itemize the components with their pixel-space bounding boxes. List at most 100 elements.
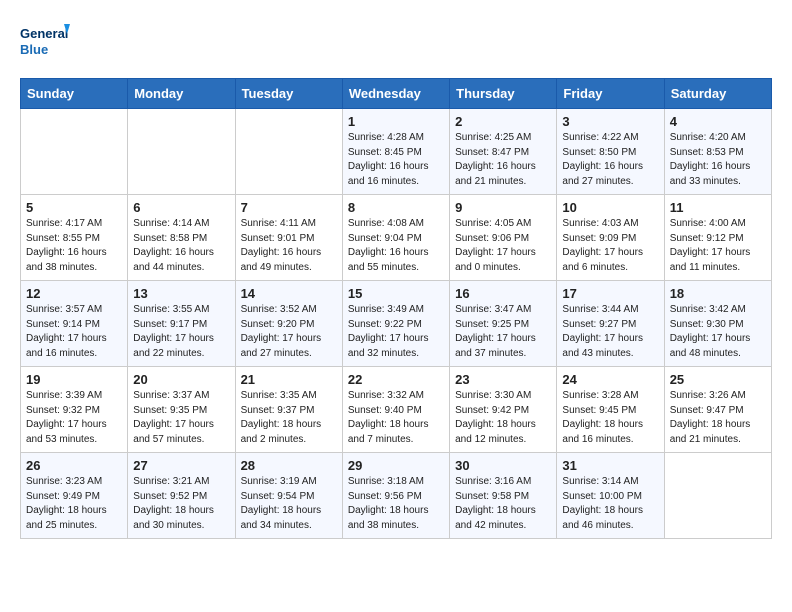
day-info: Sunrise: 3:19 AMSunset: 9:54 PMDaylight:… xyxy=(241,475,337,533)
day-info: Sunrise: 3:47 AMSunset: 9:25 PMDaylight:… xyxy=(455,303,551,361)
day-number: 13 xyxy=(133,286,229,301)
calendar-day-8: 8 Sunrise: 4:08 AMSunset: 9:04 PMDaylight… xyxy=(342,195,449,281)
weekday-header-friday: Friday xyxy=(557,79,664,109)
calendar-day-31: 31 Sunrise: 3:14 AMSunset: 10:00 PMDaylig… xyxy=(557,453,664,539)
day-info: Sunrise: 3:57 AMSunset: 9:14 PMDaylight:… xyxy=(26,303,122,361)
day-info: Sunrise: 3:39 AMSunset: 9:32 PMDaylight:… xyxy=(26,389,122,447)
logo-svg: General Blue xyxy=(20,20,70,62)
day-number: 26 xyxy=(26,458,122,473)
day-info: Sunrise: 4:20 AMSunset: 8:53 PMDaylight:… xyxy=(670,131,766,189)
calendar-day-17: 17Sunrise: 3:44 AMSunset: 9:27 PMDayligh… xyxy=(557,281,664,367)
day-info: Sunrise: 4:14 AMSunset: 8:58 PMDaylight:… xyxy=(133,217,229,275)
calendar-week-row: 26 Sunrise: 3:23 AMSunset: 9:49 PMDayligh… xyxy=(21,453,772,539)
calendar-day-30: 30 Sunrise: 3:16 AMSunset: 9:58 PMDayligh… xyxy=(450,453,557,539)
weekday-header-wednesday: Wednesday xyxy=(342,79,449,109)
day-number: 7 xyxy=(241,200,337,215)
day-info: Sunrise: 4:03 AMSunset: 9:09 PMDaylight:… xyxy=(562,217,658,275)
day-info: Sunrise: 3:42 AMSunset: 9:30 PMDaylight:… xyxy=(670,303,766,361)
day-number: 10 xyxy=(562,200,658,215)
calendar-day-2: 2Sunrise: 4:25 AMSunset: 8:47 PMDaylight… xyxy=(450,109,557,195)
day-number: 30 xyxy=(455,458,551,473)
day-info: Sunrise: 3:44 AMSunset: 9:27 PMDaylight:… xyxy=(562,303,658,361)
day-number: 3 xyxy=(562,114,658,129)
calendar-table: SundayMondayTuesdayWednesdayThursdayFrid… xyxy=(20,78,772,539)
calendar-week-row: 1 Sunrise: 4:28 AMSunset: 8:45 PMDaylight… xyxy=(21,109,772,195)
calendar-day-4: 4 Sunrise: 4:20 AMSunset: 8:53 PMDaylight… xyxy=(664,109,771,195)
day-info: Sunrise: 3:49 AMSunset: 9:22 PMDaylight:… xyxy=(348,303,444,361)
day-info: Sunrise: 3:21 AMSunset: 9:52 PMDaylight:… xyxy=(133,475,229,533)
calendar-day-13: 13 Sunrise: 3:55 AMSunset: 9:17 PMDayligh… xyxy=(128,281,235,367)
day-number: 25 xyxy=(670,372,766,387)
calendar-day-27: 27 Sunrise: 3:21 AMSunset: 9:52 PMDayligh… xyxy=(128,453,235,539)
day-number: 15 xyxy=(348,286,444,301)
calendar-day-16: 16Sunrise: 3:47 AMSunset: 9:25 PMDayligh… xyxy=(450,281,557,367)
day-number: 21 xyxy=(241,372,337,387)
day-number: 6 xyxy=(133,200,229,215)
weekday-header-row: SundayMondayTuesdayWednesdayThursdayFrid… xyxy=(21,79,772,109)
day-info: Sunrise: 4:17 AMSunset: 8:55 PMDaylight:… xyxy=(26,217,122,275)
day-number: 29 xyxy=(348,458,444,473)
day-number: 14 xyxy=(241,286,337,301)
day-info: Sunrise: 3:18 AMSunset: 9:56 PMDaylight:… xyxy=(348,475,444,533)
svg-text:General: General xyxy=(20,26,68,41)
calendar-day-3: 3 Sunrise: 4:22 AMSunset: 8:50 PMDaylight… xyxy=(557,109,664,195)
calendar-day-15: 15 Sunrise: 3:49 AMSunset: 9:22 PMDayligh… xyxy=(342,281,449,367)
calendar-day-14: 14Sunrise: 3:52 AMSunset: 9:20 PMDayligh… xyxy=(235,281,342,367)
day-number: 27 xyxy=(133,458,229,473)
day-number: 31 xyxy=(562,458,658,473)
day-number: 11 xyxy=(670,200,766,215)
day-number: 1 xyxy=(348,114,444,129)
page-header: General Blue xyxy=(20,20,772,62)
calendar-day-10: 10 Sunrise: 4:03 AMSunset: 9:09 PMDayligh… xyxy=(557,195,664,281)
day-info: Sunrise: 3:55 AMSunset: 9:17 PMDaylight:… xyxy=(133,303,229,361)
weekday-header-saturday: Saturday xyxy=(664,79,771,109)
calendar-day-25: 25 Sunrise: 3:26 AMSunset: 9:47 PMDayligh… xyxy=(664,367,771,453)
calendar-week-row: 5 Sunrise: 4:17 AMSunset: 8:55 PMDaylight… xyxy=(21,195,772,281)
weekday-header-monday: Monday xyxy=(128,79,235,109)
calendar-day-11: 11 Sunrise: 4:00 AMSunset: 9:12 PMDayligh… xyxy=(664,195,771,281)
day-info: Sunrise: 3:30 AMSunset: 9:42 PMDaylight:… xyxy=(455,389,551,447)
calendar-day-26: 26 Sunrise: 3:23 AMSunset: 9:49 PMDayligh… xyxy=(21,453,128,539)
day-info: Sunrise: 4:00 AMSunset: 9:12 PMDaylight:… xyxy=(670,217,766,275)
day-info: Sunrise: 4:11 AMSunset: 9:01 PMDaylight:… xyxy=(241,217,337,275)
calendar-empty-cell xyxy=(235,109,342,195)
day-info: Sunrise: 3:16 AMSunset: 9:58 PMDaylight:… xyxy=(455,475,551,533)
day-info: Sunrise: 3:32 AMSunset: 9:40 PMDaylight:… xyxy=(348,389,444,447)
calendar-day-24: 24Sunrise: 3:28 AMSunset: 9:45 PMDayligh… xyxy=(557,367,664,453)
day-info: Sunrise: 4:25 AMSunset: 8:47 PMDaylight:… xyxy=(455,131,551,189)
day-info: Sunrise: 4:05 AMSunset: 9:06 PMDaylight:… xyxy=(455,217,551,275)
weekday-header-sunday: Sunday xyxy=(21,79,128,109)
calendar-empty-cell xyxy=(128,109,235,195)
day-info: Sunrise: 3:23 AMSunset: 9:49 PMDaylight:… xyxy=(26,475,122,533)
day-number: 18 xyxy=(670,286,766,301)
calendar-day-9: 9 Sunrise: 4:05 AMSunset: 9:06 PMDaylight… xyxy=(450,195,557,281)
logo: General Blue xyxy=(20,20,70,62)
calendar-day-21: 21 Sunrise: 3:35 AMSunset: 9:37 PMDayligh… xyxy=(235,367,342,453)
day-info: Sunrise: 4:22 AMSunset: 8:50 PMDaylight:… xyxy=(562,131,658,189)
calendar-empty-cell xyxy=(664,453,771,539)
day-number: 8 xyxy=(348,200,444,215)
day-number: 22 xyxy=(348,372,444,387)
day-info: Sunrise: 3:37 AMSunset: 9:35 PMDaylight:… xyxy=(133,389,229,447)
day-number: 12 xyxy=(26,286,122,301)
calendar-empty-cell xyxy=(21,109,128,195)
calendar-day-5: 5 Sunrise: 4:17 AMSunset: 8:55 PMDaylight… xyxy=(21,195,128,281)
calendar-day-12: 12 Sunrise: 3:57 AMSunset: 9:14 PMDayligh… xyxy=(21,281,128,367)
calendar-day-18: 18 Sunrise: 3:42 AMSunset: 9:30 PMDayligh… xyxy=(664,281,771,367)
day-number: 19 xyxy=(26,372,122,387)
day-number: 9 xyxy=(455,200,551,215)
calendar-day-20: 20Sunrise: 3:37 AMSunset: 9:35 PMDayligh… xyxy=(128,367,235,453)
day-number: 4 xyxy=(670,114,766,129)
day-number: 23 xyxy=(455,372,551,387)
day-info: Sunrise: 4:08 AMSunset: 9:04 PMDaylight:… xyxy=(348,217,444,275)
day-number: 5 xyxy=(26,200,122,215)
day-number: 24 xyxy=(562,372,658,387)
day-info: Sunrise: 3:14 AMSunset: 10:00 PMDaylight… xyxy=(562,475,658,533)
calendar-day-22: 22 Sunrise: 3:32 AMSunset: 9:40 PMDayligh… xyxy=(342,367,449,453)
day-info: Sunrise: 4:28 AMSunset: 8:45 PMDaylight:… xyxy=(348,131,444,189)
calendar-day-28: 28 Sunrise: 3:19 AMSunset: 9:54 PMDayligh… xyxy=(235,453,342,539)
day-info: Sunrise: 3:35 AMSunset: 9:37 PMDaylight:… xyxy=(241,389,337,447)
calendar-day-29: 29 Sunrise: 3:18 AMSunset: 9:56 PMDayligh… xyxy=(342,453,449,539)
day-info: Sunrise: 3:26 AMSunset: 9:47 PMDaylight:… xyxy=(670,389,766,447)
day-number: 28 xyxy=(241,458,337,473)
